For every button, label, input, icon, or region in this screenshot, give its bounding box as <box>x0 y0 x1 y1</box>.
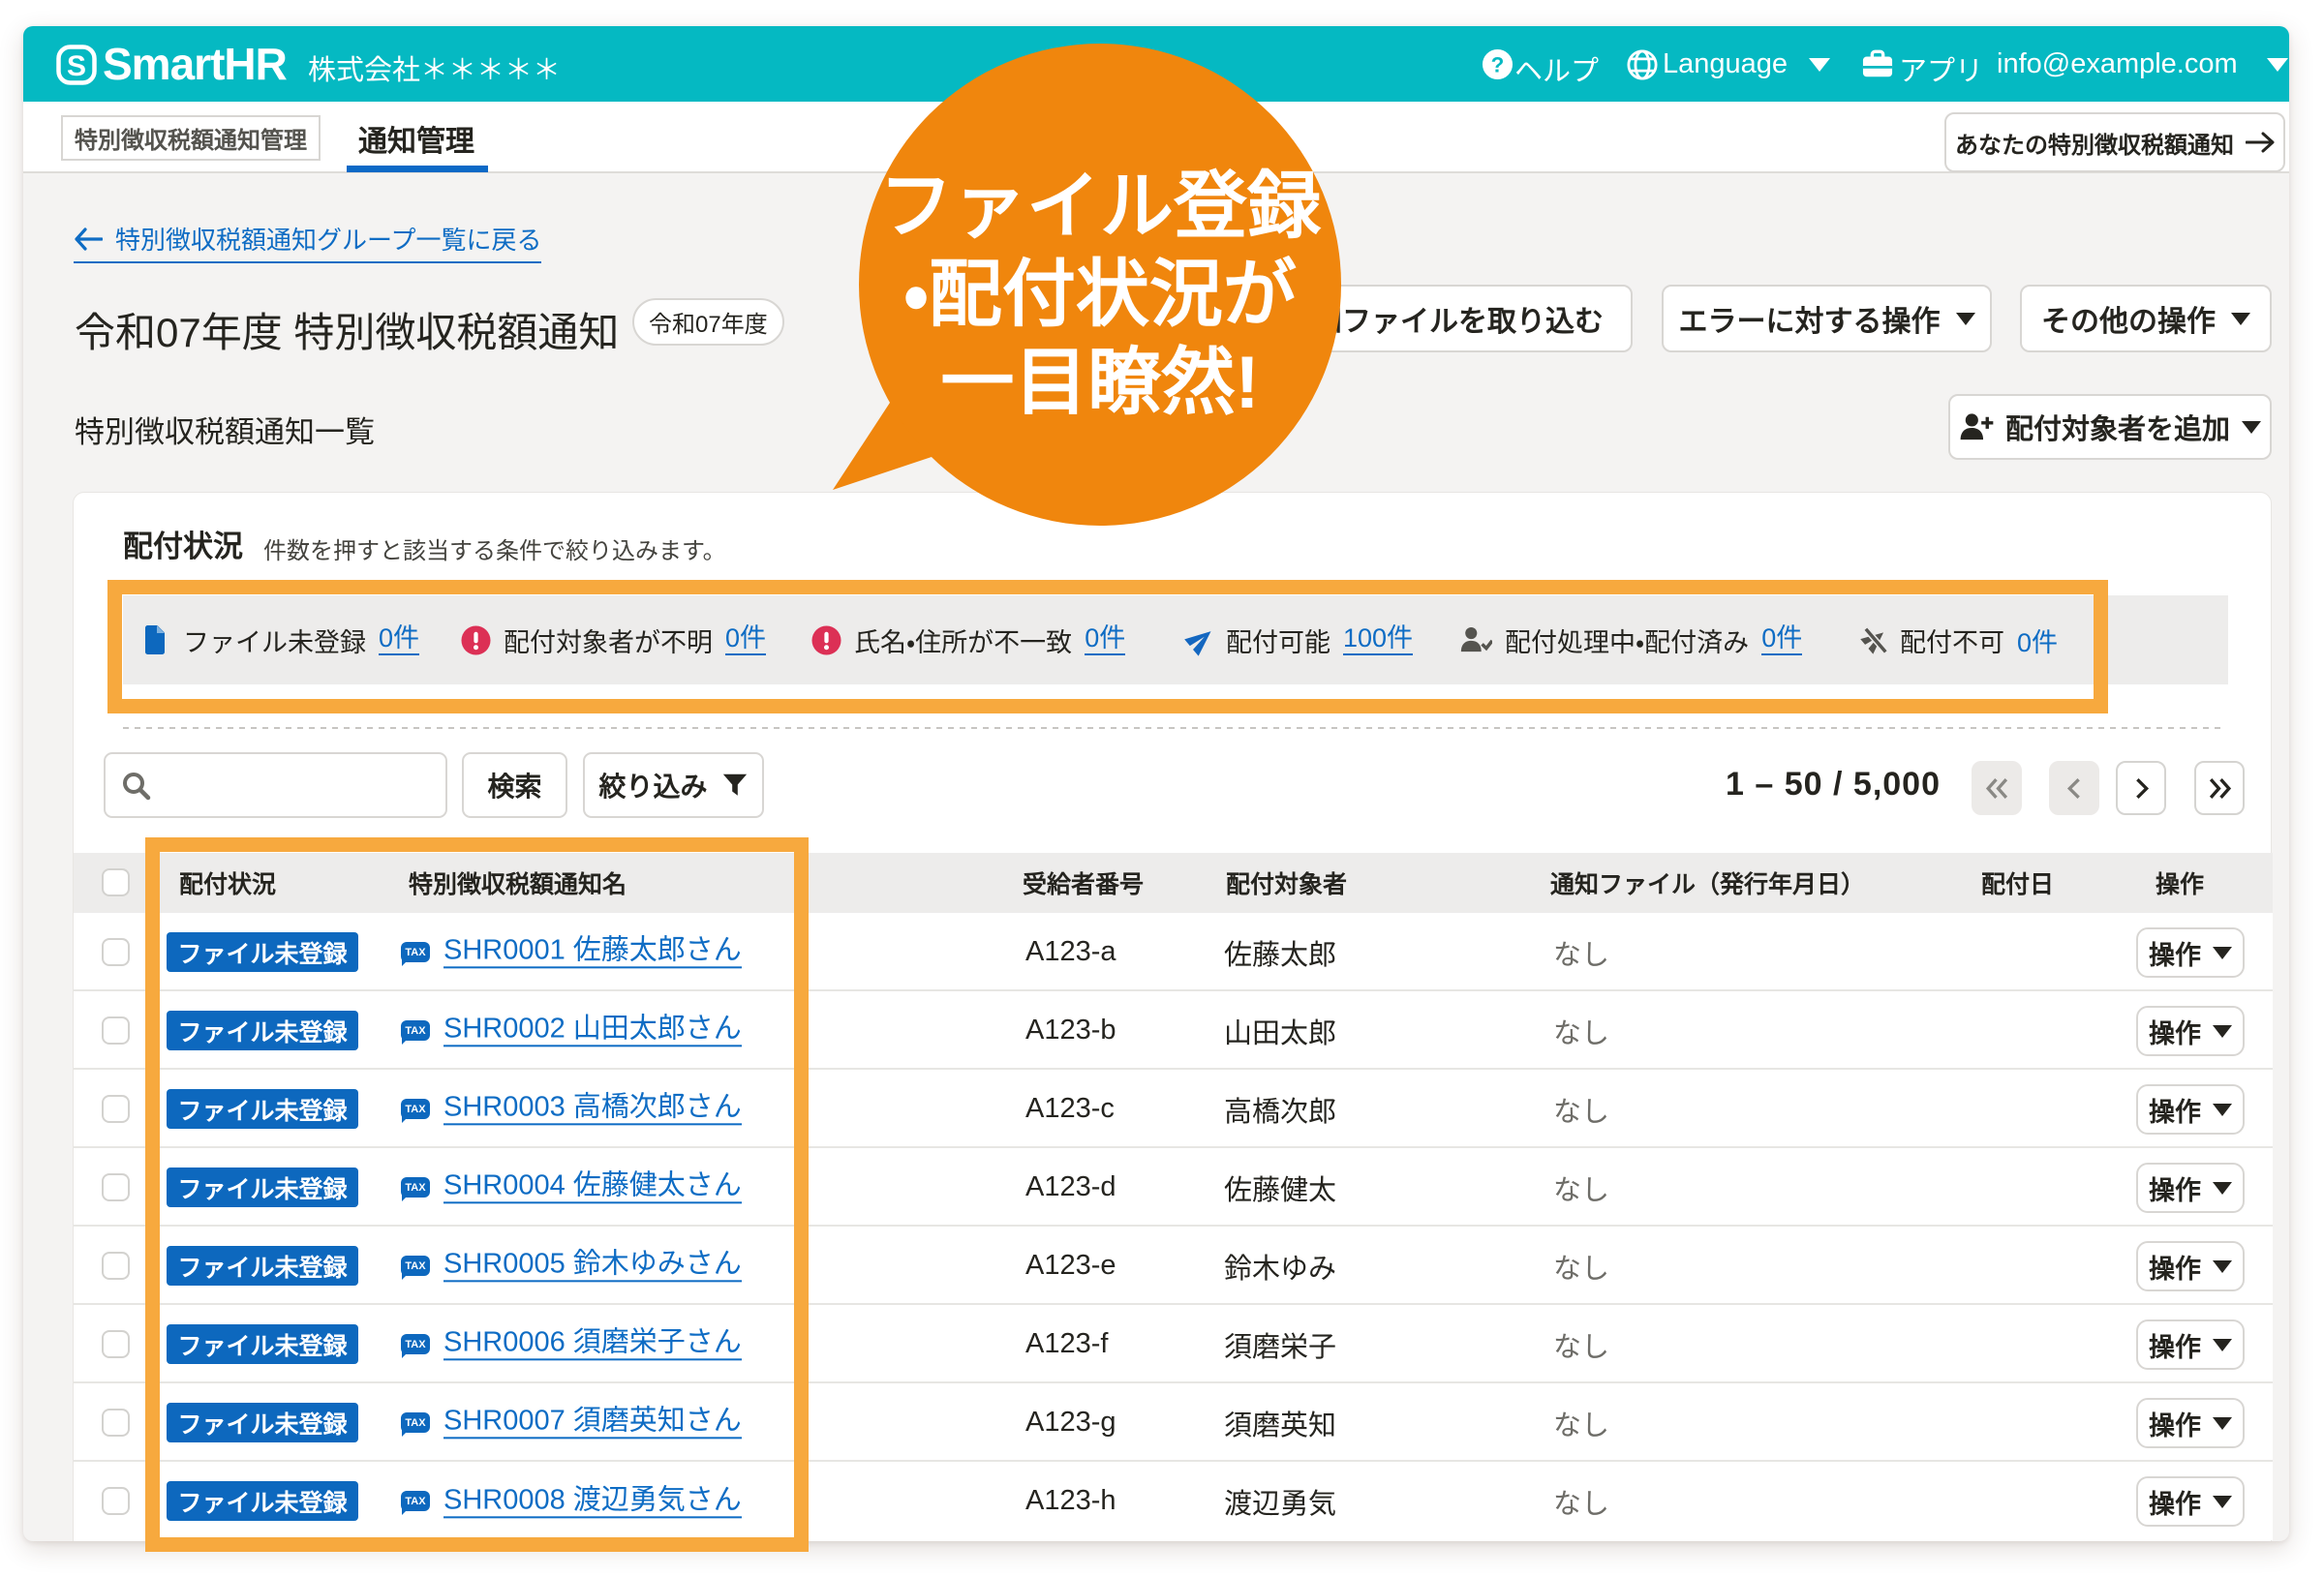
svg-text:?: ? <box>1491 52 1505 76</box>
svg-text:S: S <box>67 50 86 82</box>
